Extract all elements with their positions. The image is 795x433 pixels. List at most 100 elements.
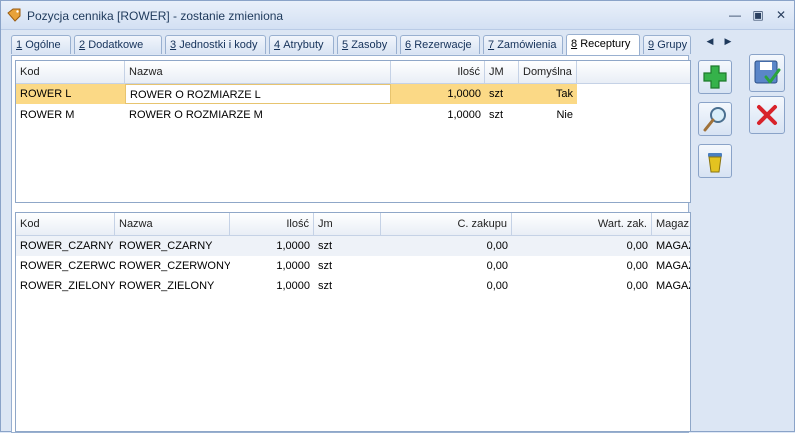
tab-number: 2 bbox=[79, 39, 86, 51]
column-header-nazwa[interactable]: Nazwa bbox=[115, 213, 230, 235]
cell-jm: szt bbox=[318, 260, 333, 272]
delete-button[interactable] bbox=[698, 144, 732, 178]
tab-zasoby[interactable]: 5 Zasoby bbox=[337, 35, 397, 54]
tab-label: Rezerwacje bbox=[414, 39, 472, 51]
cell-nazwa: ROWER_CZERWONY bbox=[119, 260, 230, 272]
cell-cena-zakupu: 0,00 bbox=[381, 236, 512, 256]
cell-magazyn: MAGAZ bbox=[656, 260, 690, 272]
recipes-grid-header: Kod Nazwa Ilość JM Domyślna bbox=[16, 61, 690, 84]
cell-jm: szt bbox=[318, 280, 333, 292]
column-header-domyslna[interactable]: Domyślna bbox=[519, 61, 577, 83]
price-tag-icon bbox=[7, 8, 21, 22]
magnifier-icon bbox=[703, 107, 726, 132]
maximize-icon[interactable]: ▣ bbox=[750, 7, 766, 23]
tab-label: Zasoby bbox=[351, 39, 388, 51]
cell-ilosc: 1,0000 bbox=[391, 84, 485, 104]
window-title: Pozycja cennika [ROWER] - zostanie zmien… bbox=[27, 9, 284, 23]
cell-kod: ROWER M bbox=[20, 109, 75, 121]
cell-magazyn: MAGAZ bbox=[656, 280, 690, 292]
cell-jm: szt bbox=[314, 236, 381, 256]
components-grid[interactable]: Kod Nazwa Ilość Jm C. zakupu Wart. zak. … bbox=[15, 212, 691, 432]
cell-wartosc-zakupu: 0,00 bbox=[626, 280, 648, 292]
cell-jm: szt bbox=[485, 84, 519, 104]
tab-label: Grupy bbox=[657, 39, 688, 51]
cell-kod: ROWER_CZERWO... bbox=[20, 260, 115, 272]
tab-number: 1 bbox=[16, 39, 23, 51]
cell-kod: ROWER L bbox=[16, 84, 125, 104]
column-header-ilosc[interactable]: Ilość bbox=[391, 61, 485, 83]
cell-ilosc: 1,0000 bbox=[230, 236, 314, 256]
column-header-kod[interactable]: Kod bbox=[16, 213, 115, 235]
save-button[interactable] bbox=[749, 54, 785, 92]
tab-panel-receptury: Kod Nazwa Ilość JM Domyślna ROWER L ROWE… bbox=[11, 55, 691, 433]
cell-cena-zakupu: 0,00 bbox=[486, 260, 508, 272]
table-row[interactable]: ROWER M ROWER O ROZMIARZE M 1,0000 szt N… bbox=[16, 105, 577, 125]
tab-strip: 1 Ogólne 2 Dodatkowe 3 Jednostki i kody … bbox=[11, 34, 691, 55]
column-header-cena-zakupu[interactable]: C. zakupu bbox=[381, 213, 512, 235]
recipes-grid[interactable]: Kod Nazwa Ilość JM Domyślna ROWER L ROWE… bbox=[15, 60, 691, 203]
table-row[interactable]: ROWER_CZERWO... ROWER_CZERWONY 1,0000 sz… bbox=[16, 256, 690, 276]
cell-nazwa: ROWER O ROZMIARZE M bbox=[129, 109, 263, 121]
cell-kod: ROWER_CZARNY bbox=[16, 236, 115, 256]
cell-ilosc: 1,0000 bbox=[276, 280, 310, 292]
tab-atrybuty[interactable]: 4 Atrybuty bbox=[269, 35, 334, 54]
tab-number: 7 bbox=[488, 39, 495, 51]
column-header-magazyn[interactable]: Magaz bbox=[652, 213, 690, 235]
tab-label: Atrybuty bbox=[283, 39, 324, 51]
dialog-window: Pozycja cennika [ROWER] - zostanie zmien… bbox=[0, 0, 795, 433]
cell-domyslna: Tak bbox=[519, 84, 577, 104]
tab-rezerwacje[interactable]: 6 Rezerwacje bbox=[400, 35, 480, 54]
cell-kod: ROWER_ZIELONY bbox=[20, 280, 115, 292]
cancel-button[interactable] bbox=[749, 96, 785, 134]
preview-button[interactable] bbox=[698, 102, 732, 136]
tab-ogolne[interactable]: 1 Ogólne bbox=[11, 35, 71, 54]
tab-number: 9 bbox=[648, 39, 655, 51]
tab-receptury[interactable]: 8 Receptury bbox=[566, 34, 640, 55]
close-icon bbox=[757, 105, 777, 125]
cell-cena-zakupu: 0,00 bbox=[486, 280, 508, 292]
tab-label: Jednostki i kody bbox=[179, 39, 258, 51]
minimize-icon[interactable]: — bbox=[727, 7, 743, 23]
close-window-icon[interactable]: ✕ bbox=[773, 7, 789, 23]
cell-nazwa: ROWER O ROZMIARZE L bbox=[125, 84, 391, 104]
tab-number: 8 bbox=[571, 38, 578, 50]
column-header-wartosc-zakupu[interactable]: Wart. zak. bbox=[512, 213, 652, 235]
tab-number: 4 bbox=[274, 39, 281, 51]
tab-grupy[interactable]: 9 Grupy bbox=[643, 35, 691, 54]
column-header-jm[interactable]: JM bbox=[485, 61, 519, 83]
table-row[interactable]: ROWER_CZARNY ROWER_CZARNY 1,0000 szt 0,0… bbox=[16, 236, 690, 256]
cell-jm: szt bbox=[489, 109, 504, 121]
column-header-kod[interactable]: Kod bbox=[16, 61, 125, 83]
cell-domyslna: Nie bbox=[556, 109, 573, 121]
cell-wartosc-zakupu: 0,00 bbox=[512, 236, 652, 256]
tab-jednostki-i-kody[interactable]: 3 Jednostki i kody bbox=[165, 35, 266, 54]
tab-label: Ogólne bbox=[25, 39, 61, 51]
cell-magazyn: MAGAZ bbox=[652, 236, 690, 256]
cell-nazwa: ROWER_CZARNY bbox=[115, 236, 230, 256]
save-icon bbox=[754, 60, 781, 84]
column-header-ilosc[interactable]: Ilość bbox=[230, 213, 314, 235]
cell-nazwa: ROWER_ZIELONY bbox=[119, 280, 215, 292]
tab-scroll-left-icon[interactable]: ◀ bbox=[703, 36, 717, 47]
title-bar: Pozycja cennika [ROWER] - zostanie zmien… bbox=[1, 1, 794, 30]
tab-dodatkowe[interactable]: 2 Dodatkowe bbox=[74, 35, 162, 54]
column-header-nazwa[interactable]: Nazwa bbox=[125, 61, 391, 83]
tab-scroll-right-icon[interactable]: ▶ bbox=[721, 36, 735, 47]
cell-ilosc: 1,0000 bbox=[276, 260, 310, 272]
tab-label: Receptury bbox=[580, 38, 631, 50]
tab-label: Zamówienia bbox=[497, 39, 557, 51]
plus-icon bbox=[703, 65, 727, 89]
components-grid-header: Kod Nazwa Ilość Jm C. zakupu Wart. zak. … bbox=[16, 213, 690, 236]
tab-zamowienia[interactable]: 7 Zamówienia bbox=[483, 35, 563, 54]
table-row[interactable]: ROWER_ZIELONY ROWER_ZIELONY 1,0000 szt 0… bbox=[16, 276, 690, 296]
table-row[interactable]: ROWER L ROWER O ROZMIARZE L 1,0000 szt T… bbox=[16, 84, 577, 104]
add-button[interactable] bbox=[698, 60, 732, 94]
cell-ilosc: 1,0000 bbox=[447, 109, 481, 121]
column-header-jm[interactable]: Jm bbox=[314, 213, 381, 235]
tab-label: Dodatkowe bbox=[88, 39, 144, 51]
tab-number: 5 bbox=[342, 39, 349, 51]
trash-icon bbox=[708, 153, 722, 173]
cell-wartosc-zakupu: 0,00 bbox=[626, 260, 648, 272]
tab-number: 6 bbox=[405, 39, 412, 51]
tab-number: 3 bbox=[170, 39, 177, 51]
